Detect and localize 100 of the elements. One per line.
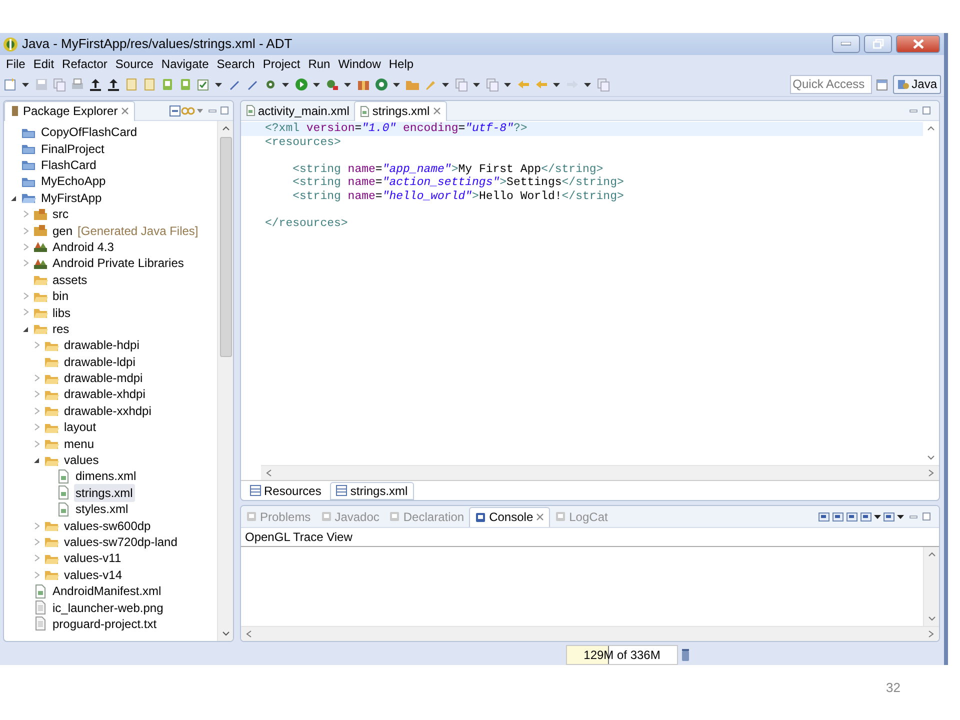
tree-item[interactable]: values-v11	[62, 549, 124, 568]
menubar-entry[interactable]: File	[2, 54, 30, 72]
tree-item[interactable]: proguard-project.txt	[50, 614, 159, 633]
perspective-button[interactable]: Java	[892, 74, 941, 94]
device-icon[interactable]	[160, 76, 175, 92]
tree-item[interactable]: drawable-hdpi	[62, 336, 142, 354]
quick-access-field[interactable]: Quick Access	[790, 74, 872, 94]
restore-button[interactable]	[864, 35, 892, 53]
tree-item[interactable]: MyEchoApp	[39, 172, 108, 190]
scroll-left-icon[interactable]	[265, 469, 273, 477]
run-icon[interactable]	[294, 76, 309, 92]
menubar-entry[interactable]: Run	[304, 54, 334, 72]
console-title: OpenGL Trace View	[241, 528, 939, 547]
close-icon[interactable]	[536, 513, 544, 521]
xml-file-icon	[56, 502, 70, 517]
collapse-all-icon[interactable]	[169, 104, 181, 116]
link-icon[interactable]	[181, 104, 195, 116]
window-title: Java - MyFirstApp/res/values/strings.xml - ADT	[22, 35, 292, 54]
menubar-entry[interactable]: Window	[334, 54, 385, 72]
editor-page-tab[interactable]: strings.xml	[330, 482, 414, 500]
open-perspective-icon[interactable]	[874, 76, 890, 92]
code-line: <string name="action_settings">Settings</string>	[292, 176, 624, 190]
app-logo-icon	[3, 36, 18, 52]
minimize-icon	[841, 42, 851, 46]
upload-icon[interactable]	[106, 76, 121, 92]
tree-item[interactable]: res	[50, 320, 72, 338]
java-perspective-icon	[896, 78, 910, 90]
tree-item[interactable]: libs	[50, 304, 73, 322]
package-folder-icon	[32, 206, 48, 222]
code-line: <string name="app_name">My First App</string>	[292, 162, 604, 176]
trash-icon[interactable]	[681, 648, 690, 662]
tree-item[interactable]: menu	[62, 434, 96, 453]
tree-item[interactable]: Android 4.3	[50, 238, 116, 256]
xml-file-icon	[246, 105, 255, 116]
menubar-entry[interactable]: Project	[258, 54, 304, 72]
tree-item[interactable]: CopyOfFlashCard	[39, 123, 140, 142]
tree-item[interactable]: values-v14	[62, 566, 124, 584]
menubar-entry[interactable]: Help	[384, 54, 418, 72]
scroll-right-icon[interactable]	[927, 630, 935, 638]
tree-item[interactable]: strings.xml	[74, 484, 135, 502]
minimize-button[interactable]	[832, 35, 860, 53]
tree-item[interactable]: drawable-mdpi	[62, 369, 145, 388]
tree-item[interactable]: MyFirstApp	[39, 188, 104, 207]
tree-item[interactable]: bin	[50, 287, 71, 306]
panel-tab[interactable]: Package Explorer	[4, 101, 135, 120]
tree-item[interactable]: assets	[50, 270, 90, 289]
device-icon[interactable]	[178, 76, 193, 92]
xml-file-icon	[56, 468, 70, 484]
console-icon	[475, 512, 486, 522]
editor-tab[interactable]: activity_main.xml	[241, 101, 354, 120]
collapse-arrow-icon[interactable]	[22, 324, 30, 333]
document-icon[interactable]	[142, 76, 157, 92]
tree-item[interactable]: layout	[62, 418, 98, 436]
tree-item[interactable]: values-sw720dp-land	[62, 532, 180, 551]
upload-icon[interactable]	[88, 76, 103, 92]
scrollbar[interactable]	[241, 626, 939, 641]
code-line: </resources>	[265, 217, 348, 230]
xml-file-icon	[56, 485, 70, 500]
close-button[interactable]	[896, 35, 940, 53]
maximize-icon[interactable]	[922, 512, 931, 521]
tree-item[interactable]: values-sw600dp	[62, 516, 153, 535]
editor-page-tab[interactable]: Resources	[245, 482, 326, 500]
tree-item[interactable]: Android Private Libraries	[50, 254, 186, 272]
maximize-icon[interactable]	[922, 106, 931, 115]
code-line: <resources>	[265, 136, 341, 149]
view-tab[interactable]: Console	[469, 506, 550, 526]
scroll-right-icon[interactable]	[927, 469, 935, 477]
menubar-entry[interactable]: Search	[212, 54, 259, 72]
code-line: <string name="hello_world">Hello World!</string>	[292, 190, 624, 203]
tree-item[interactable]: gen	[50, 222, 75, 240]
tree-item[interactable]: values	[62, 451, 101, 470]
tree-item[interactable]: drawable-xhdpi	[62, 385, 148, 404]
scrollbar[interactable]	[923, 547, 939, 626]
maximize-icon[interactable]	[220, 106, 229, 115]
tree-item[interactable]: drawable-xxhdpi	[62, 402, 154, 420]
menubar-entry[interactable]: Source	[111, 54, 158, 72]
copy-icon[interactable]	[52, 76, 67, 92]
tree-item[interactable]: dimens.xml	[74, 467, 138, 486]
scrollbar[interactable]	[217, 121, 233, 641]
tree-item[interactable]: FinalProject	[39, 140, 106, 158]
tree-item[interactable]: AndroidManifest.xml	[50, 582, 164, 600]
view-menu-icon[interactable]	[195, 106, 205, 114]
tree-item[interactable]: src	[50, 205, 70, 224]
close-icon[interactable]	[120, 107, 129, 115]
menubar-entry[interactable]: Refactor	[58, 54, 112, 72]
collapse-arrow-icon[interactable]	[33, 456, 41, 464]
menubar-entry[interactable]: Edit	[29, 54, 58, 72]
editor-tab[interactable]: strings.xml	[354, 101, 447, 120]
scrollbar[interactable]	[261, 465, 939, 480]
tree-item[interactable]: styles.xml	[74, 500, 130, 518]
scroll-thumb[interactable]	[220, 137, 232, 357]
menubar-entry[interactable]: Navigate	[157, 54, 213, 72]
tree-item[interactable]: FlashCard	[39, 156, 98, 174]
scroll-left-icon[interactable]	[245, 630, 253, 638]
tree-item[interactable]: ic_launcher-web.png	[50, 598, 166, 617]
collapse-arrow-icon[interactable]	[10, 194, 18, 202]
checkbox-icon[interactable]	[196, 76, 211, 92]
close-icon[interactable]	[432, 107, 441, 115]
file-icon	[32, 616, 48, 632]
tree-item[interactable]: drawable-ldpi	[62, 352, 138, 371]
